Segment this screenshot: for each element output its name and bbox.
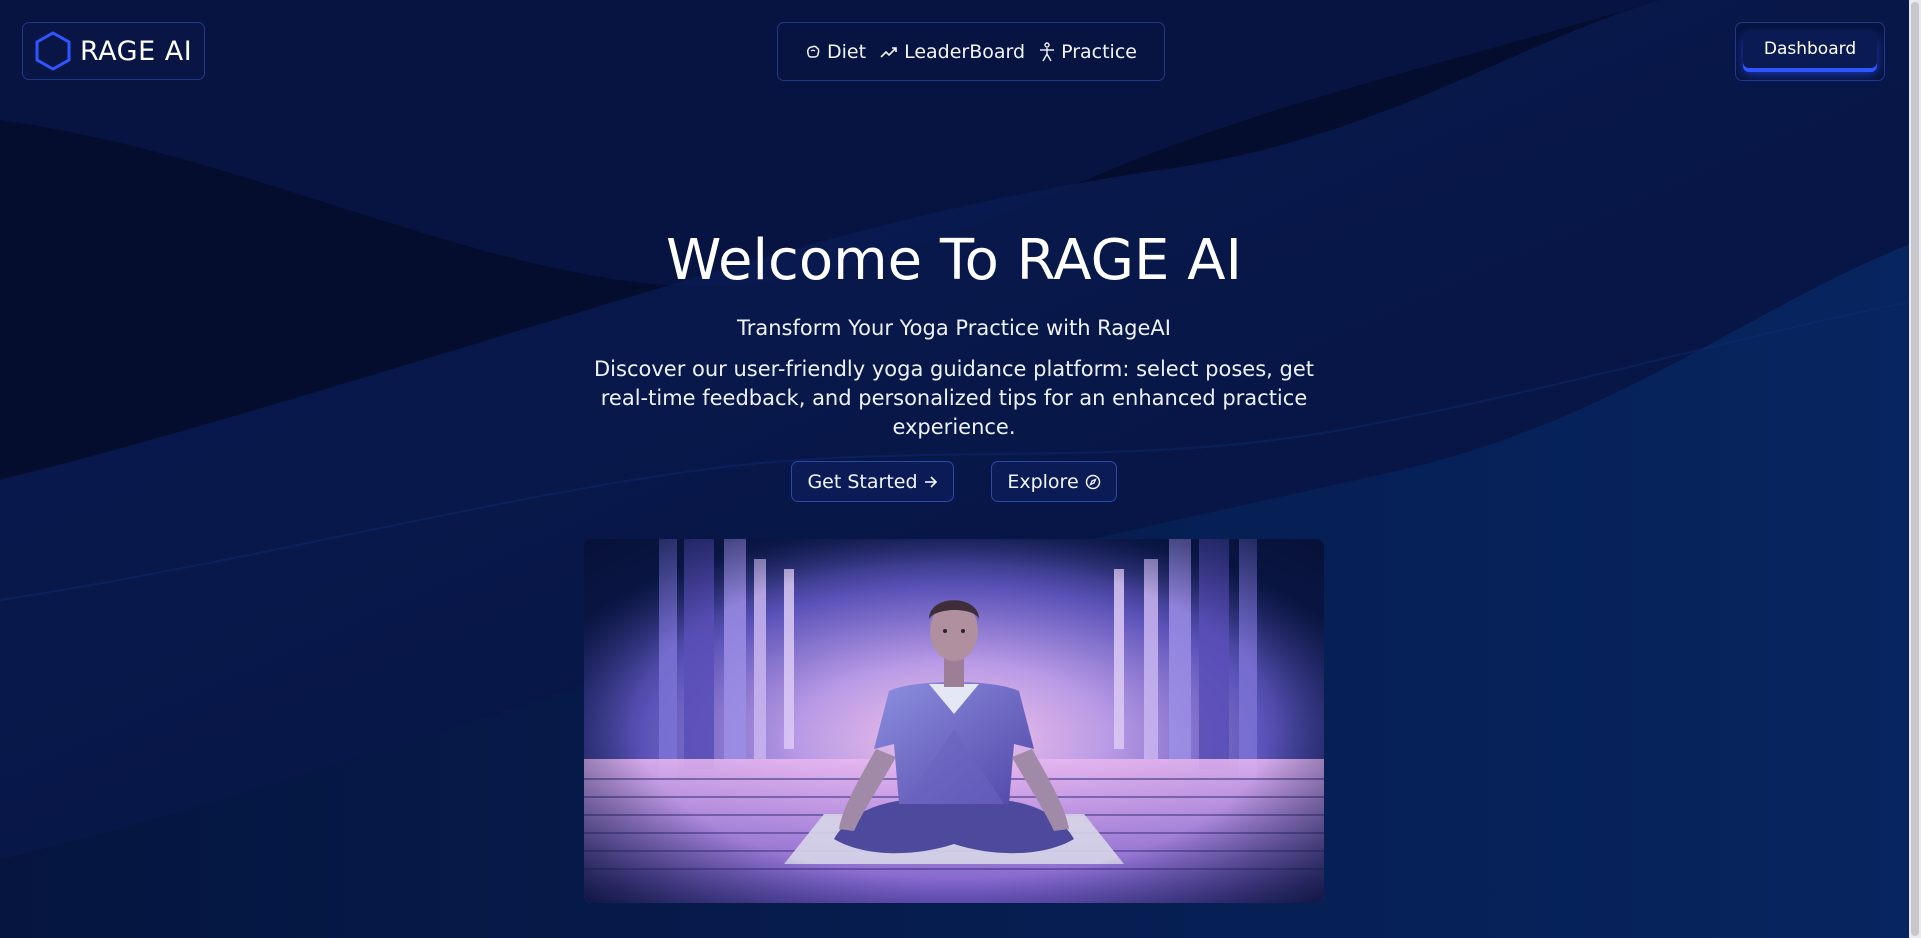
get-started-label: Get Started: [807, 470, 918, 493]
brand-logo[interactable]: RAGE AI: [22, 22, 205, 80]
trending-up-icon: [880, 46, 897, 58]
arrow-right-icon: [924, 475, 937, 488]
hero-subtitle: Transform Your Yoga Practice with RageAI: [737, 316, 1171, 340]
hero-title: Welcome To RAGE AI: [665, 228, 1243, 293]
page-scrollbar[interactable]: [1909, 0, 1921, 938]
brand-name: RAGE AI: [80, 35, 193, 67]
nav-item-label: Diet: [827, 40, 867, 63]
nav-item-practice[interactable]: Practice: [1039, 41, 1137, 63]
dashboard-button[interactable]: Dashboard: [1743, 30, 1877, 68]
nav-item-label: LeaderBoard: [904, 40, 1026, 63]
meditating-man-illustration: [584, 539, 1324, 903]
hexagon-icon: [35, 31, 71, 71]
scrollbar-thumb[interactable]: [1911, 2, 1919, 936]
nav-item-diet[interactable]: Diet: [805, 41, 866, 63]
brain-icon: [807, 45, 820, 58]
explore-label: Explore: [1007, 470, 1079, 493]
explore-button[interactable]: Explore: [991, 461, 1117, 502]
compass-icon: [1085, 474, 1100, 489]
get-started-button[interactable]: Get Started: [791, 461, 954, 502]
dashboard-button-frame: Dashboard: [1735, 22, 1885, 81]
main-nav: Diet LeaderBoard Practice: [777, 22, 1165, 81]
hero-description: Discover our user-friendly yoga guidance…: [594, 357, 1314, 439]
landing-page: RAGE AI Diet LeaderBoard Practice Dashbo…: [0, 0, 1921, 938]
nav-item-leaderboard[interactable]: LeaderBoard: [880, 41, 1025, 63]
nav-item-label: Practice: [1061, 40, 1137, 63]
person-pose-icon: [1040, 41, 1055, 61]
